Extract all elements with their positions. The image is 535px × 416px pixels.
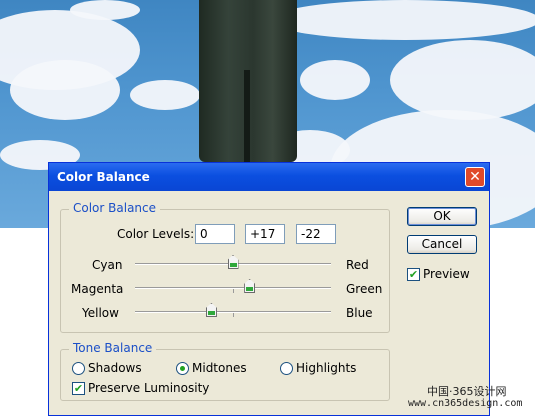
- tone-balance-group: Tone Balance Shadows Midtones Highlights…: [60, 341, 390, 401]
- slider-thumb-cyan-red[interactable]: [227, 255, 239, 269]
- cloud: [300, 60, 370, 100]
- slider-right-label-red: Red: [346, 258, 369, 272]
- preserve-luminosity-checkbox[interactable]: ✔: [72, 382, 85, 395]
- level-magenta-green-field[interactable]: +17: [245, 224, 285, 244]
- shadows-radio[interactable]: [72, 362, 85, 375]
- highlights-label[interactable]: Highlights: [296, 361, 356, 375]
- level-cyan-red-field[interactable]: 0: [195, 224, 235, 244]
- slider-right-label-green: Green: [346, 282, 383, 296]
- preserve-luminosity-label[interactable]: Preserve Luminosity: [88, 381, 209, 395]
- preview-label[interactable]: Preview: [423, 267, 470, 281]
- color-levels-label: Color Levels:: [117, 227, 195, 241]
- cloud: [270, 0, 535, 40]
- midtones-label[interactable]: Midtones: [192, 361, 247, 375]
- slider-center-tick: [233, 313, 234, 317]
- slider-center-tick: [233, 289, 234, 293]
- ok-button[interactable]: OK: [407, 207, 477, 226]
- shadows-label[interactable]: Shadows: [88, 361, 142, 375]
- cloud: [390, 40, 535, 120]
- cancel-button[interactable]: Cancel: [407, 235, 477, 254]
- preview-checkbox[interactable]: ✔: [407, 268, 420, 281]
- slider-thumb-yellow-blue[interactable]: [205, 303, 217, 317]
- level-yellow-blue-field[interactable]: -22: [296, 224, 336, 244]
- watermark-line1: 中国·365设计网: [427, 385, 507, 398]
- cloud: [70, 0, 140, 20]
- cloud: [130, 80, 200, 110]
- dialog-title: Color Balance: [57, 170, 150, 184]
- jeans-gap: [244, 70, 250, 162]
- highlights-radio[interactable]: [280, 362, 293, 375]
- close-icon[interactable]: ✕: [465, 167, 485, 187]
- slider-right-label-blue: Blue: [346, 306, 373, 320]
- slider-left-label-magenta: Magenta: [71, 282, 124, 296]
- color-balance-group-title: Color Balance: [69, 201, 161, 215]
- color-balance-group: Color Balance Color Levels: 0 +17 -22 Cy…: [60, 201, 390, 333]
- color-balance-dialog: Color Balance ✕ Color Balance Color Leve…: [48, 162, 490, 416]
- midtones-radio[interactable]: [176, 362, 189, 375]
- watermark-line2: www.cn365design.com: [408, 398, 523, 409]
- slider-left-label-cyan: Cyan: [92, 258, 123, 272]
- slider-thumb-magenta-green[interactable]: [244, 279, 256, 293]
- dialog-titlebar[interactable]: Color Balance ✕: [49, 163, 489, 191]
- cloud: [10, 60, 120, 120]
- slider-left-label-yellow: Yellow: [82, 306, 119, 320]
- tone-balance-group-title: Tone Balance: [69, 341, 157, 355]
